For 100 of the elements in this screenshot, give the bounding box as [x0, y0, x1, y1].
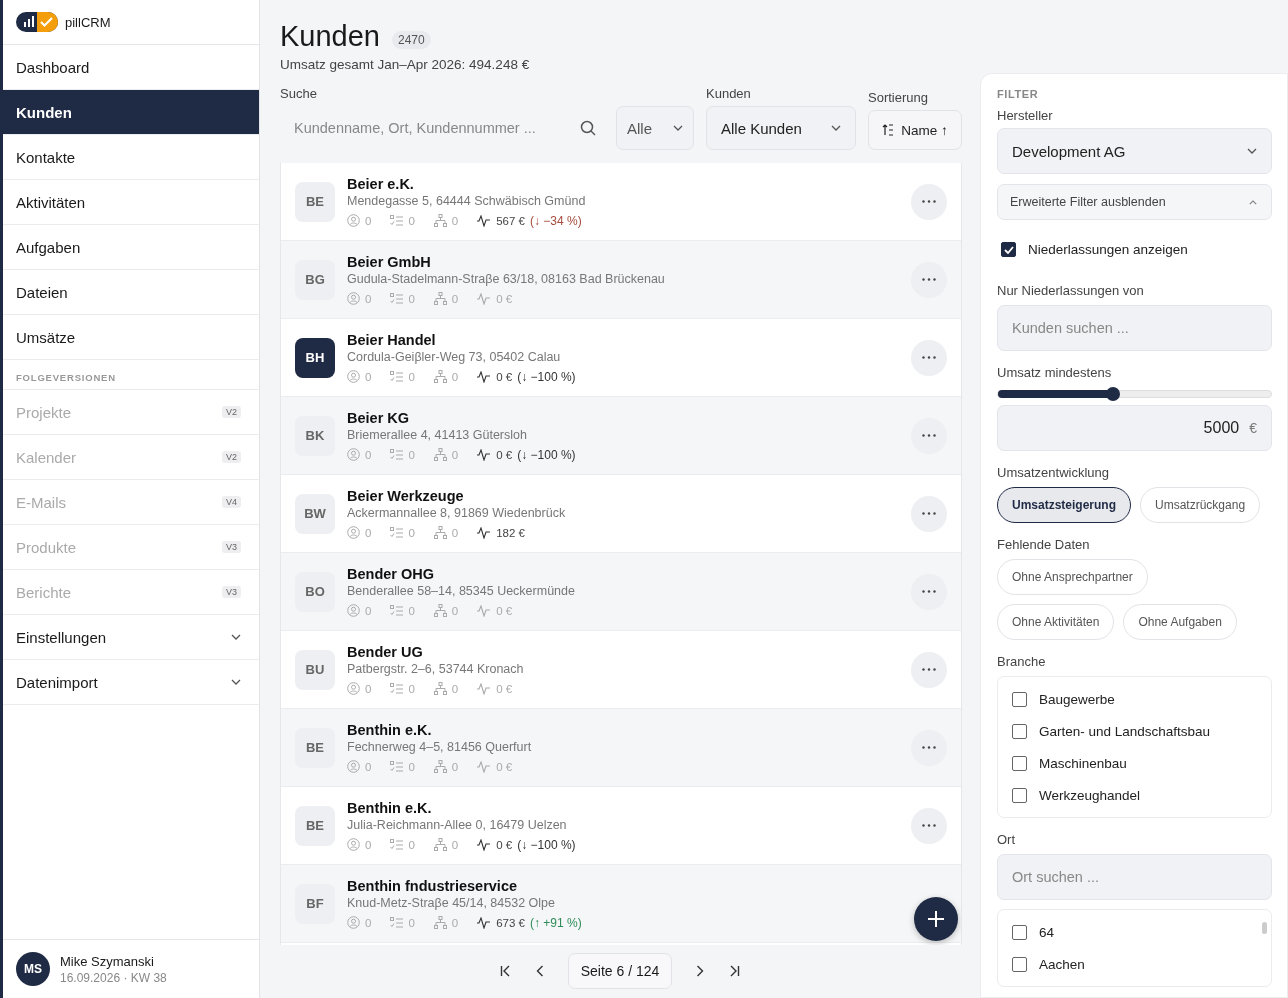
- customer-name[interactable]: Benthin e.K.: [347, 722, 899, 738]
- customer-avatar: BE: [295, 727, 335, 768]
- sort-icon: [882, 124, 896, 136]
- checkbox-label: Niederlassungen anzeigen: [1028, 242, 1188, 257]
- nav-item[interactable]: Dateien: [3, 270, 259, 315]
- nav-item[interactable]: Aufgaben: [3, 225, 259, 270]
- hierarchy-icon: [433, 838, 447, 851]
- scrollbar[interactable]: [1262, 922, 1267, 934]
- last-page-icon[interactable]: [728, 965, 741, 977]
- nav-item[interactable]: Aktivitäten: [3, 180, 259, 225]
- next-page-icon[interactable]: [696, 965, 705, 977]
- customer-name[interactable]: Bender UG: [347, 644, 899, 660]
- revenue-input[interactable]: 5000 €: [997, 405, 1272, 451]
- customer-avatar: BW: [295, 493, 335, 534]
- hierarchy-icon: [433, 292, 447, 305]
- checkbox[interactable]: [1012, 755, 1027, 771]
- checkbox-label: Werkzeughandel: [1039, 787, 1141, 803]
- revenue-trend: (↓ −34 %): [530, 213, 582, 228]
- customer-select[interactable]: Alle Kunden: [706, 106, 856, 150]
- checkbox[interactable]: [1012, 723, 1027, 739]
- revenue-trend: (↓ −100 %): [517, 369, 576, 384]
- task-count: 0: [408, 838, 415, 851]
- branch-count: 0: [451, 916, 459, 929]
- checkbox[interactable]: [1012, 787, 1027, 803]
- sort-button[interactable]: Name ↑: [868, 110, 962, 150]
- revenue-value: 0 €: [496, 604, 513, 617]
- task-count: 0: [408, 526, 415, 539]
- place-search-field[interactable]: Ort suchen ...: [997, 854, 1272, 900]
- customer-name[interactable]: Benthin fndustrieservice: [347, 877, 947, 894]
- version-badge: V3: [222, 586, 241, 598]
- app-name: pillCRM: [65, 14, 111, 30]
- customer-name[interactable]: Benthin e.K.: [347, 799, 899, 816]
- first-page-icon[interactable]: [499, 965, 512, 977]
- user-icon: [347, 682, 360, 695]
- customer-address: Cordula-Geiβler-Weg 73, 05402 Calau: [347, 349, 562, 364]
- advanced-filter-toggle[interactable]: Erweiterte Filter ausblenden: [997, 184, 1272, 220]
- customer-avatar: BF: [295, 883, 335, 924]
- revenue-value: 673 €: [496, 916, 525, 929]
- customer-address: Mendegasse 5, 64444 Schwäbisch Gmünd: [347, 193, 587, 208]
- customer-name[interactable]: Beier Handel: [347, 331, 899, 348]
- checklist-icon: [390, 449, 404, 460]
- filter-chip[interactable]: Ohne Ansprechpartner: [997, 559, 1148, 595]
- task-count: 0: [408, 214, 415, 227]
- filter-chip[interactable]: Umsatzrückgang: [1140, 487, 1261, 523]
- customer-search-field[interactable]: Kunden suchen ...: [997, 305, 1272, 351]
- contact-count: 0: [365, 526, 372, 539]
- hierarchy-icon: [433, 214, 447, 227]
- customer-avatar: BH: [295, 337, 335, 378]
- customer-name[interactable]: Beier e.K.: [347, 175, 899, 192]
- previous-page-icon[interactable]: [535, 965, 544, 977]
- nav-item[interactable]: Datenimport: [16, 673, 98, 691]
- contact-count: 0: [365, 838, 372, 851]
- field-label: Nur Niederlassungen von: [997, 283, 1145, 298]
- user-icon: [347, 448, 360, 461]
- pulse-icon: [477, 214, 492, 227]
- checklist-icon: [390, 917, 404, 928]
- field-label: Fehlende Daten: [997, 537, 1091, 552]
- customer-name[interactable]: Beier Werkzeuge: [347, 488, 899, 504]
- revenue-value: 182 €: [496, 526, 525, 539]
- revenue-trend: (↑ +91 %): [530, 915, 582, 930]
- chevron-icon[interactable]: [231, 679, 241, 685]
- hierarchy-icon: [433, 526, 447, 539]
- contact-count: 0: [365, 370, 372, 383]
- section-title: FOLGEVERSIONEN: [3, 360, 259, 390]
- hierarchy-icon: [433, 682, 447, 695]
- filter-chip[interactable]: Ohne Aktivitäten: [997, 604, 1115, 640]
- pulse-icon: [477, 526, 492, 539]
- checklist-icon: [390, 605, 404, 616]
- pulse-icon: [477, 760, 492, 773]
- checklist-icon: [390, 683, 404, 694]
- customer-address: Fechnerweg 4–5, 81456 Querfurt: [347, 740, 533, 754]
- customer-avatar: BG: [295, 259, 335, 300]
- chevron-icon: [1247, 148, 1257, 154]
- manufacturer-select[interactable]: Development AG: [997, 128, 1272, 174]
- nav-item[interactable]: Umsätze: [3, 315, 259, 360]
- branch-count: 0: [451, 292, 459, 305]
- nav-item[interactable]: Kunden: [3, 90, 259, 135]
- customer-name[interactable]: Beier GmbH: [347, 254, 899, 270]
- checkbox-label: 64: [1039, 924, 1055, 940]
- customer-name[interactable]: Bender OHG: [347, 566, 899, 582]
- nav-item[interactable]: Einstellungen: [16, 628, 107, 646]
- chevron-icon[interactable]: [231, 634, 241, 640]
- revenue-slider[interactable]: [997, 387, 1272, 401]
- pulse-icon: [477, 682, 492, 695]
- revenue-trend: (↓ −100 %): [517, 837, 576, 852]
- filter-chip[interactable]: Ohne Aufgaben: [1123, 604, 1237, 640]
- customer-name[interactable]: Beier KG: [347, 409, 899, 426]
- checkbox[interactable]: [1012, 956, 1027, 972]
- search-field[interactable]: Kundenname, Ort, Kundennummer ...: [280, 106, 610, 150]
- more-icon: [922, 668, 936, 671]
- page-indicator: Seite 6 / 124: [567, 953, 673, 989]
- filter-chip[interactable]: Umsatzsteigerung: [997, 487, 1132, 523]
- checkbox[interactable]: [1012, 691, 1027, 707]
- field-label: Branche: [997, 654, 1047, 669]
- scope-select[interactable]: Alle: [616, 106, 694, 150]
- checkbox[interactable]: [1001, 242, 1016, 257]
- revenue-value: 0 €: [496, 682, 513, 695]
- checkbox[interactable]: [1012, 924, 1027, 940]
- customer-address: Briemerallee 4, 41413 Gütersloh: [347, 427, 528, 442]
- nav-item[interactable]: Kontakte: [3, 135, 259, 180]
